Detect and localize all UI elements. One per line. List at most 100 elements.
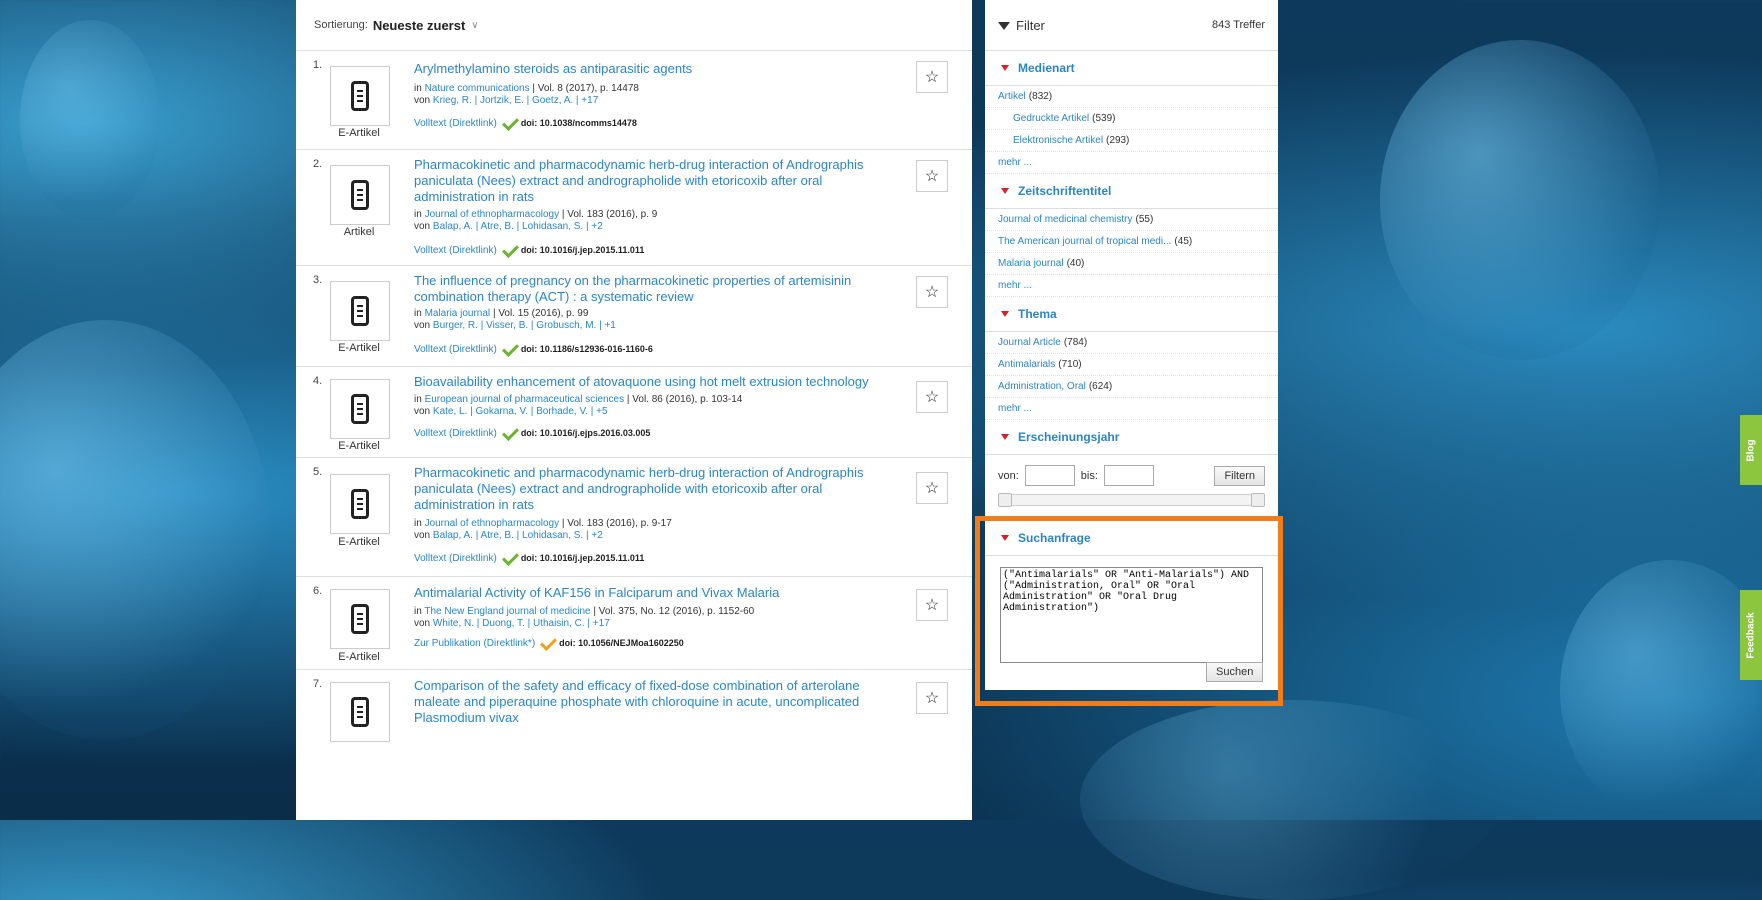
slider-handle-left[interactable] (998, 493, 1012, 507)
document-icon[interactable] (330, 281, 390, 341)
fulltext-link[interactable]: Volltext (Direktlink) (414, 553, 497, 564)
chevron-down-icon[interactable]: ∨ (471, 20, 478, 31)
section-thema[interactable]: Thema (985, 297, 1278, 332)
feedback-tab[interactable]: Feedback (1740, 590, 1762, 680)
fulltext-link[interactable]: Volltext (Direktlink) (414, 245, 497, 256)
fulltext-link[interactable]: Volltext (Direktlink) (414, 344, 497, 355)
authors-link[interactable]: Balap, A. | Atre, B. | Lohidasan, S. | +… (433, 221, 603, 232)
result-title-link[interactable]: Pharmacokinetic and pharmacodynamic herb… (414, 465, 884, 513)
year-range-slider[interactable] (998, 493, 1265, 507)
highlight-frame (975, 516, 1283, 706)
facet-label: Administration, Oral (998, 381, 1086, 392)
year-to-label: bis: (1080, 469, 1098, 482)
section-medienart[interactable]: Medienart (985, 51, 1278, 86)
fulltext-row: Zur Publikation (Direktlink*) doi: 10.105… (414, 635, 684, 651)
result-title-link[interactable]: The influence of pregnancy on the pharma… (414, 273, 884, 305)
fulltext-link[interactable]: Volltext (Direktlink) (414, 428, 497, 439)
journal-link[interactable]: Journal of ethnopharmacology (425, 209, 560, 220)
document-icon[interactable] (330, 165, 390, 225)
media-type-label: Artikel (343, 226, 375, 238)
result-meta: in The New England journal of medicine |… (414, 606, 755, 629)
slider-handle-right[interactable] (1251, 493, 1265, 507)
authors-link[interactable]: White, N. | Duong, T. | Uthaisin, C. | +… (433, 618, 610, 629)
fulltext-link[interactable]: Volltext (Direktlink) (414, 118, 497, 129)
section-erscheinungsjahr[interactable]: Erscheinungsjahr (985, 420, 1278, 455)
facet-count: (40) (1066, 258, 1085, 269)
facet-label: Journal of medicinal chemistry (998, 214, 1133, 225)
star-icon[interactable]: ☆ (916, 61, 948, 93)
result-title-link[interactable]: Bioavailability enhancement of atovaquon… (414, 374, 884, 390)
facet-item[interactable]: Artikel (832) (985, 86, 1278, 108)
result-number: 5. (313, 466, 323, 478)
result-number: 3. (313, 274, 323, 286)
journal-link[interactable]: Nature communications (425, 83, 530, 94)
facet-item[interactable]: Administration, Oral (624) (985, 376, 1278, 398)
facet-count: (624) (1088, 381, 1113, 392)
journal-link[interactable]: Malaria journal (425, 308, 491, 319)
more-link[interactable]: mehr ... (985, 275, 1278, 297)
result-title-link[interactable]: Arylmethylamino steroids as antiparasiti… (414, 61, 884, 77)
facet-label: Malaria journal (998, 258, 1064, 269)
authors-link[interactable]: Krieg, R. | Jortzik, E. | Goetz, A. | +1… (433, 95, 598, 106)
facet-item[interactable]: Antimalarials (710) (985, 354, 1278, 376)
document-icon[interactable] (330, 474, 390, 534)
star-icon[interactable]: ☆ (916, 472, 948, 504)
caret-down-icon (1001, 65, 1009, 71)
result-meta: in Malaria journal | Vol. 15 (2016), p. … (414, 308, 616, 331)
facet-item[interactable]: Journal Article (784) (985, 332, 1278, 354)
result-details: | Vol. 8 (2017), p. 14478 (532, 83, 639, 94)
fulltext-link[interactable]: Zur Publikation (Direktlink*) (414, 638, 535, 649)
result-details: | Vol. 15 (2016), p. 99 (492, 308, 589, 319)
facet-item[interactable]: Elektronische Artikel (293) (985, 130, 1278, 152)
facet-item[interactable]: Journal of medicinal chemistry (55) (985, 209, 1278, 231)
result-details: | Vol. 86 (2016), p. 103-14 (626, 394, 743, 405)
fulltext-row: Volltext (Direktlink) doi: 10.1016/j.jep.… (414, 550, 644, 566)
result-meta: in European journal of pharmaceutical sc… (414, 394, 743, 417)
media-type-label: E-Artikel (338, 127, 380, 139)
journal-link[interactable]: European journal of pharmaceutical scien… (425, 394, 625, 405)
authors-link[interactable]: Kate, L. | Gokarna, V. | Borhade, V. | +… (433, 406, 608, 417)
filter-header: Filter 843 Treffer (985, 0, 1278, 51)
star-icon[interactable]: ☆ (916, 682, 948, 714)
facet-item[interactable]: The American journal of tropical medi...… (985, 231, 1278, 253)
star-icon[interactable]: ☆ (916, 276, 948, 308)
journal-link[interactable]: The New England journal of medicine (424, 606, 590, 617)
star-icon[interactable]: ☆ (916, 381, 948, 413)
star-icon[interactable]: ☆ (916, 160, 948, 192)
document-icon[interactable] (330, 589, 390, 649)
document-icon[interactable] (330, 66, 390, 126)
section-zeitschriftentitel[interactable]: Zeitschriftentitel (985, 174, 1278, 209)
facet-label: Antimalarials (998, 359, 1056, 370)
filter-button[interactable]: Filtern (1214, 465, 1265, 486)
result-item: 3. E-Artikel The influence of pregnancy … (296, 266, 972, 367)
check-icon (501, 115, 517, 131)
caret-down-icon (1001, 188, 1009, 194)
more-link[interactable]: mehr ... (985, 398, 1278, 420)
result-title-link[interactable]: Comparison of the safety and efficacy of… (414, 678, 884, 726)
facet-item[interactable]: Gedruckte Artikel (539) (985, 108, 1278, 130)
more-link[interactable]: mehr ... (985, 152, 1278, 174)
result-number: 4. (313, 375, 323, 387)
authors-link[interactable]: Burger, R. | Visser, B. | Grobusch, M. |… (433, 320, 616, 331)
check-icon (501, 341, 517, 357)
year-to-input[interactable] (1103, 465, 1154, 486)
authors-link[interactable]: Balap, A. | Atre, B. | Lohidasan, S. | +… (433, 530, 603, 541)
facet-count: (45) (1174, 236, 1193, 247)
check-icon (539, 635, 555, 651)
result-number: 7. (313, 678, 323, 690)
blog-tab[interactable]: Blog (1740, 415, 1762, 485)
doi-text: doi: 10.1016/j.ejps.2016.03.005 (520, 428, 651, 438)
facet-label: Gedruckte Artikel (1013, 113, 1090, 124)
star-icon[interactable]: ☆ (916, 589, 948, 621)
sort-select[interactable]: Neueste zuerst (373, 18, 465, 33)
document-icon[interactable] (330, 682, 390, 742)
facet-count: (539) (1092, 113, 1116, 124)
fulltext-row: Volltext (Direktlink) doi: 10.1186/s12936… (414, 341, 653, 357)
result-title-link[interactable]: Pharmacokinetic and pharmacodynamic herb… (414, 157, 884, 205)
document-icon[interactable] (330, 379, 390, 439)
year-from-input[interactable] (1024, 465, 1075, 486)
result-title-link[interactable]: Antimalarial Activity of KAF156 in Falci… (414, 585, 884, 601)
facet-item[interactable]: Malaria journal (40) (985, 253, 1278, 275)
journal-link[interactable]: Journal of ethnopharmacology (425, 518, 560, 529)
result-number: 2. (313, 158, 323, 170)
